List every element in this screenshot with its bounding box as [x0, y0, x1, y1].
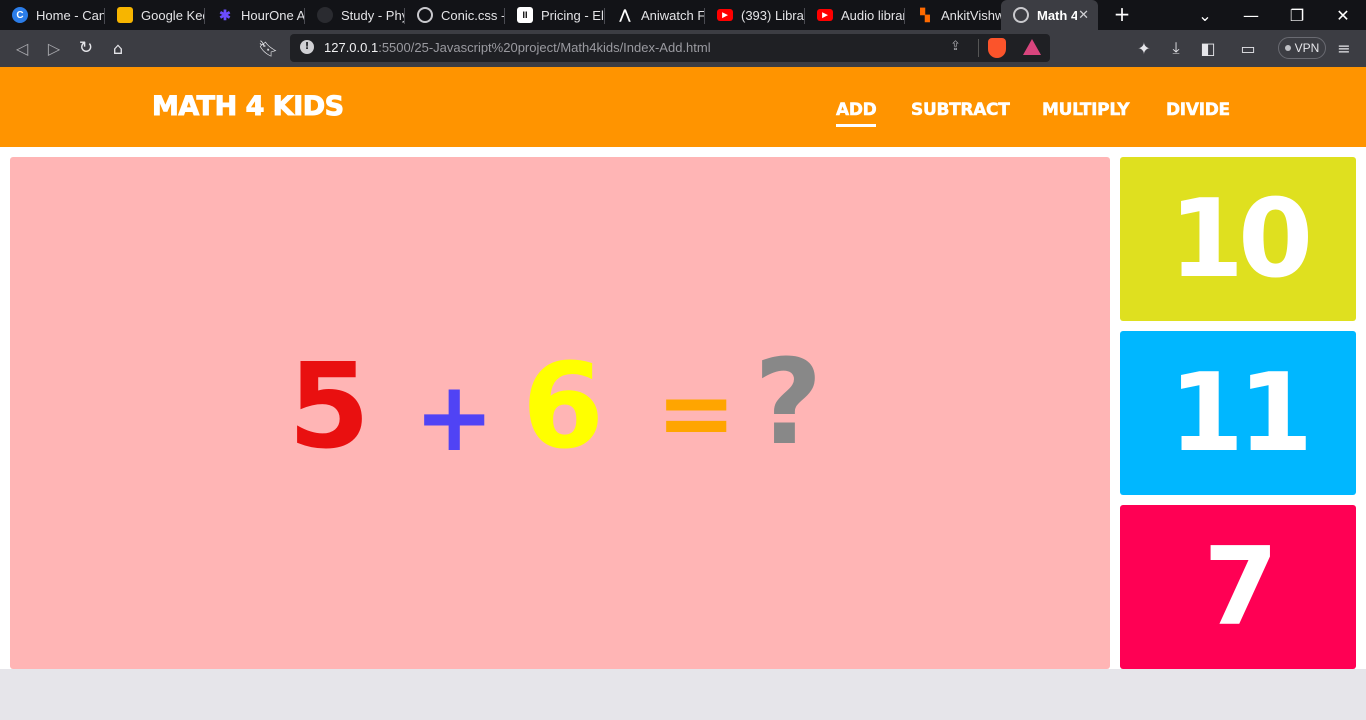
answer-value: 10 [1168, 176, 1313, 302]
tab-title: Audio library [841, 7, 905, 23]
answer-value: 7 [1203, 524, 1278, 650]
answer-value: 11 [1168, 350, 1313, 476]
minimize-button[interactable]: — [1228, 0, 1274, 30]
tab-youtube-library[interactable]: ▶ (393) Library [705, 0, 805, 30]
tab-title: HourOne AI [241, 7, 305, 23]
reload-icon[interactable]: ↻ [76, 38, 96, 58]
wallet-icon[interactable]: ▭ [1238, 38, 1258, 58]
extensions-icon[interactable]: ✦ [1134, 38, 1154, 58]
gitlab-style-icon: ▚ [920, 8, 930, 22]
globe-icon [417, 7, 433, 23]
tab-hourone[interactable]: ✱ HourOne AI [205, 0, 305, 30]
tab-audio-library[interactable]: ▶ Audio library [805, 0, 905, 30]
youtube-icon: ▶ [817, 9, 833, 21]
tab-study-physics[interactable]: Study - Physics [305, 0, 405, 30]
operand-1: 5 [288, 337, 371, 475]
canva-icon: C [12, 7, 28, 23]
close-window-button[interactable]: ✕ [1320, 0, 1366, 30]
vpn-status-dot [1284, 45, 1291, 51]
tab-pricing[interactable]: II Pricing - Ele [505, 0, 605, 30]
browser-toolbar: ◁ ▷ ↻ ⌂ 🔖︎ ! 127.0.0.1:5500/25-Javascrip… [0, 30, 1366, 67]
forward-icon[interactable]: ▷ [44, 38, 64, 58]
globe-icon [1013, 7, 1029, 23]
vpn-button[interactable]: VPN [1278, 37, 1326, 59]
url-text[interactable]: 127.0.0.1:5500/25-Javascript%20project/M… [324, 40, 711, 55]
equals-sign: = [656, 357, 737, 469]
answer-option-1[interactable]: 10 [1120, 157, 1356, 321]
back-icon[interactable]: ◁ [12, 38, 32, 58]
tab-title: Aniwatch Free [641, 7, 705, 23]
bookmark-icon[interactable]: 🔖︎ [258, 38, 278, 58]
tab-title: Math 4 Kids [1037, 7, 1077, 23]
brave-shields-icon[interactable] [988, 38, 1006, 58]
tab-title: Home - Canva [36, 7, 105, 23]
tab-ankitvishwa[interactable]: ▚ AnkitVishwa [905, 0, 1001, 30]
tab-google-keep[interactable]: Google Keep [105, 0, 205, 30]
tab-aniwatch[interactable]: ⋀ Aniwatch Free [605, 0, 705, 30]
tab-title: Pricing - Ele [541, 7, 605, 23]
nav-divide[interactable]: DIVIDE [1166, 100, 1231, 121]
study-icon [317, 7, 333, 23]
aniwatch-icon: ⋀ [619, 7, 631, 22]
brave-rewards-icon[interactable] [1023, 39, 1041, 55]
youtube-icon: ▶ [717, 9, 733, 21]
answer-option-3[interactable]: 7 [1120, 505, 1356, 669]
page: MATH 4 KIDS ADD SUBTRACT MULTIPLY DIVIDE… [0, 67, 1366, 720]
answer-option-2[interactable]: 11 [1120, 331, 1356, 495]
site-header: MATH 4 KIDS ADD SUBTRACT MULTIPLY DIVIDE [0, 67, 1366, 147]
keep-icon [117, 7, 133, 23]
sidebar-icon[interactable]: ◧ [1198, 38, 1218, 58]
question-board: 5 + 6 = ? [10, 157, 1110, 669]
menu-icon[interactable]: ≡ [1334, 38, 1354, 58]
browser-tab-strip: C Home - Canva Google Keep ✱ HourOne AI … [0, 0, 1366, 30]
tab-conic-css[interactable]: Conic.css - r [405, 0, 505, 30]
nav-multiply[interactable]: MULTIPLY [1042, 100, 1130, 121]
close-tab-icon[interactable]: ✕ [1078, 7, 1089, 23]
share-icon[interactable]: ⇪ [950, 39, 961, 54]
new-tab-button[interactable]: + [1110, 3, 1134, 27]
home-icon[interactable]: ⌂ [108, 38, 128, 58]
site-logo[interactable]: MATH 4 KIDS [152, 91, 345, 123]
tab-title: Study - Physics [341, 7, 405, 23]
site-info-icon[interactable]: ! [300, 40, 314, 54]
url-path: :5500/25-Javascript%20project/Math4kids/… [378, 40, 711, 55]
nav-add[interactable]: ADD [836, 100, 877, 127]
url-host: 127.0.0.1 [324, 40, 379, 55]
address-bar[interactable]: ! 127.0.0.1:5500/25-Javascript%20project… [290, 34, 1050, 62]
tab-title: AnkitVishwa [941, 7, 1001, 23]
result-placeholder: ? [754, 333, 823, 471]
tab-title: (393) Library [741, 7, 805, 23]
maximize-button[interactable]: ❐ [1274, 0, 1320, 30]
tab-title: Google Keep [141, 7, 205, 23]
hourone-icon: ✱ [219, 6, 231, 23]
vpn-label: VPN [1294, 41, 1320, 55]
operator-plus: + [414, 361, 495, 473]
elevenlabs-icon: II [517, 7, 533, 23]
download-icon[interactable]: ⤓ [1166, 38, 1186, 58]
operand-2: 6 [522, 337, 605, 475]
tab-title: Conic.css - r [441, 7, 505, 23]
tab-search-chevron-icon[interactable]: ⌄ [1182, 0, 1228, 30]
tab-math4kids-active[interactable]: Math 4 Kids ✕ [1001, 0, 1098, 30]
nav-subtract[interactable]: SUBTRACT [911, 100, 1010, 121]
tab-canva[interactable]: C Home - Canva [0, 0, 105, 30]
